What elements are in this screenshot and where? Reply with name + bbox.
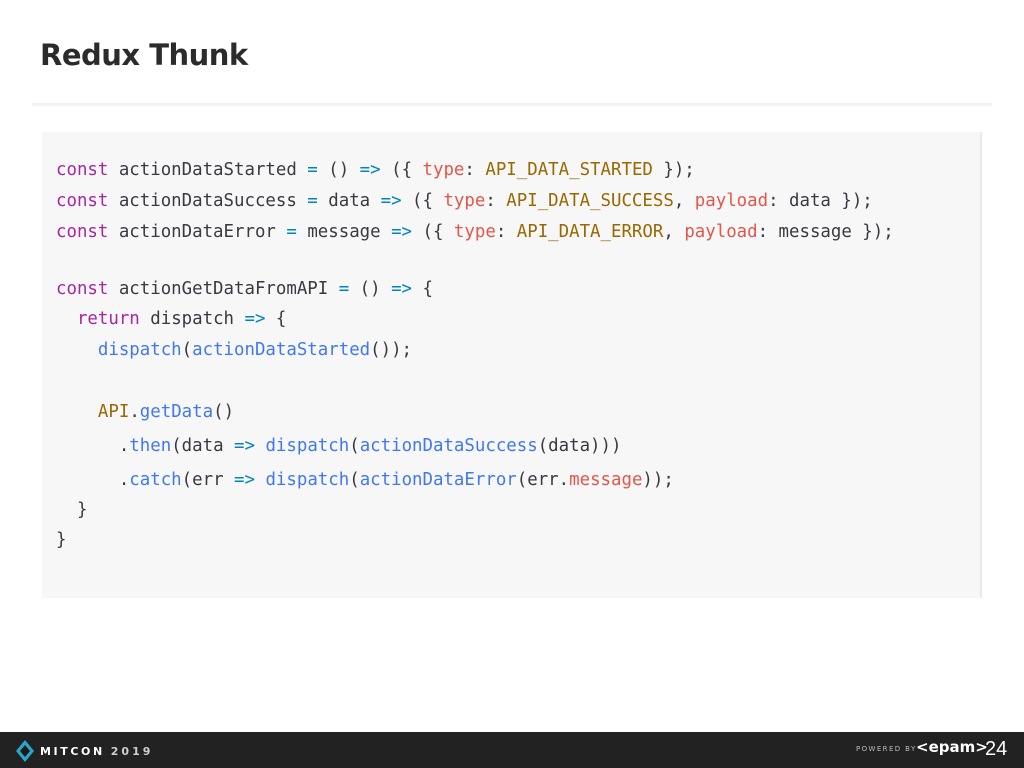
code-token: : message }); [757,222,894,242]
code-token: const [56,191,109,211]
code-token: ( [181,340,193,360]
code-token: }); [652,160,695,180]
code-token: actionDataError [108,222,287,242]
code-token: (data [171,436,235,456]
code-token: type [422,160,465,180]
code-token: => [244,309,266,329]
code-line: .catch(err => dispatch(actionDataError(e… [56,470,674,490]
code-token: actionDataStarted [192,340,371,360]
code-token: return [76,309,140,329]
code-token: ({ [380,160,423,180]
conference-logo: MITCON 2019 [14,738,153,764]
page-number: 24 [985,738,1008,760]
code-token: (err [181,470,235,490]
code-token: { [265,309,287,329]
code-line: const actionDataStarted = () => ({ type:… [56,160,695,180]
code-token: . [56,436,130,456]
code-token: then [129,436,172,456]
code-token: )); [642,470,674,490]
code-token: . [129,402,140,422]
code-token: } [56,500,88,520]
code-token: message [296,222,392,242]
code-line: const actionGetDataFromAPI = () => { [56,279,433,299]
code-token: dispatch [139,309,245,329]
code-token: ({ [401,191,444,211]
title-divider [32,103,992,106]
code-token: => [380,191,402,211]
code-token: API_DATA_STARTED [485,160,653,180]
code-token: : data }); [768,191,873,211]
code-token: , [663,222,685,242]
code-token: = [307,160,318,180]
code-token: { [412,279,433,299]
code-token: => [234,436,255,456]
code-token: API [97,402,130,422]
code-token: type [443,191,486,211]
code-token: dispatch [97,340,182,360]
code-token: => [391,279,413,299]
code-token: payload [694,191,769,211]
code-token: () [349,279,392,299]
code-token: . [56,470,130,490]
code-token: ( [349,436,360,456]
code-line: dispatch(actionDataStarted()); [56,340,412,360]
code-token: = [286,222,297,242]
code-token: dispatch [265,436,350,456]
code-token: => [391,222,413,242]
diamond-logo-icon [16,740,34,762]
code-token: const [56,279,109,299]
code-token: } [56,530,67,550]
slide-title: Redux Thunk [40,38,248,72]
code-token: actionDataSuccess [108,191,308,211]
code-token: () [317,160,360,180]
code-token: : [485,191,507,211]
code-token: = [307,191,318,211]
code-token: catch [129,470,182,490]
code-token: (err. [516,470,570,490]
code-line: const actionDataError = message => ({ ty… [56,222,894,242]
code-token: message [569,470,643,490]
code-token: API_DATA_SUCCESS [506,191,674,211]
code-line: return dispatch => { [56,309,286,329]
code-token: actionDataError [359,470,517,490]
code-token: , [673,191,695,211]
code-token: (data))) [537,436,622,456]
code-token: const [56,222,109,242]
code-token: : [495,222,517,242]
code-token: actionDataStarted [108,160,308,180]
code-token: => [359,160,381,180]
code-line: .then(data => dispatch(actionDataSuccess… [56,436,622,456]
code-line: const actionDataSuccess = data => ({ typ… [56,191,873,211]
code-token: actionGetDataFromAPI [108,279,339,299]
code-token: dispatch [265,470,350,490]
brand-logo: <epam> [916,738,988,756]
code-token: => [234,470,255,490]
code-token: : [464,160,486,180]
conference-year: 2019 [110,744,154,758]
code-token: data [317,191,381,211]
code-token: payload [684,222,758,242]
powered-by-label: POWERED BY [856,745,917,753]
code-line: } [56,530,66,550]
code-token: getData [139,402,214,422]
code-token: () [213,402,235,422]
conference-name: MITCON [40,744,105,758]
footer-bar: MITCON 2019 POWERED BY <epam> 24 [0,732,1024,768]
code-token: const [56,160,109,180]
code-token: type [453,222,496,242]
code-token: = [338,279,350,299]
code-token: ({ [412,222,454,242]
code-token: ()); [370,340,413,360]
code-block: const actionDataStarted = () => ({ type:… [42,132,982,598]
code-token: actionDataSuccess [359,436,538,456]
code-token: API_DATA_ERROR [516,222,664,242]
code-line: } [56,500,87,520]
code-token: ( [349,470,360,490]
code-line: API.getData() [56,402,234,422]
